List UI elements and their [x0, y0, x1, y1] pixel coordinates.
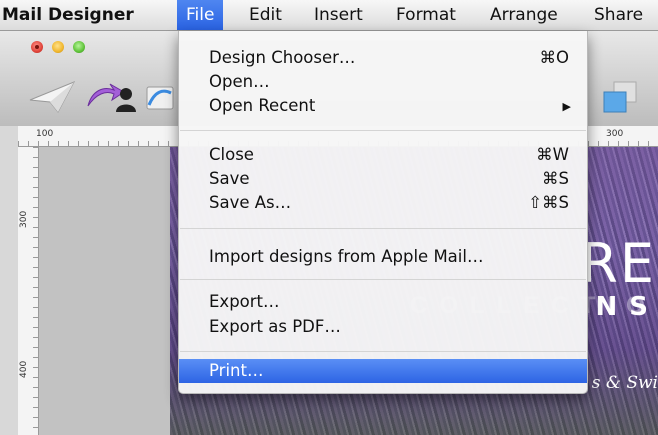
menu-format[interactable]: Format — [396, 0, 456, 30]
vertical-ruler — [18, 147, 39, 435]
menu-item-close[interactable]: Close ⌘W — [179, 143, 587, 167]
menu-item-save[interactable]: Save ⌘S — [179, 167, 587, 191]
image-icon[interactable] — [145, 83, 175, 111]
menu-item-import-apple-mail[interactable]: Import designs from Apple Mail… — [179, 245, 587, 269]
menu-share[interactable]: Share — [594, 0, 643, 30]
share-contact-icon[interactable] — [84, 80, 140, 114]
menu-item-design-chooser[interactable]: Design Chooser… ⌘O — [179, 46, 587, 70]
menu-item-export-pdf[interactable]: Export as PDF… — [179, 315, 587, 339]
ruler-label-100: 100 — [36, 129, 54, 139]
file-dropdown-menu: Design Chooser… ⌘O Open… Open Recent ▶ C… — [178, 31, 588, 394]
send-paper-plane-icon[interactable] — [28, 80, 78, 114]
menu-file[interactable]: File — [177, 0, 224, 30]
menu-separator — [180, 351, 586, 352]
shortcut-close: ⌘W — [536, 145, 569, 164]
shortcut-save-as: ⇧⌘S — [528, 193, 569, 212]
menu-item-open-recent[interactable]: Open Recent ▶ — [179, 94, 587, 118]
menu-bar: Mail Designer File Edit Insert Format Ar… — [0, 0, 658, 31]
menu-insert[interactable]: Insert — [314, 0, 363, 30]
menu-app-name[interactable]: Mail Designer — [2, 0, 134, 30]
preview-headline: RE — [580, 232, 656, 295]
menu-item-export[interactable]: Export… — [179, 290, 587, 314]
menu-item-save-as[interactable]: Save As… ⇧⌘S — [179, 191, 587, 215]
menu-separator — [180, 279, 586, 280]
menu-separator — [180, 130, 586, 131]
close-window-button[interactable] — [31, 41, 43, 53]
menu-edit[interactable]: Edit — [249, 0, 282, 30]
zoom-window-button[interactable] — [73, 41, 85, 53]
vruler-label-300: 300 — [19, 210, 29, 228]
shortcut-save: ⌘S — [542, 169, 569, 188]
menu-item-open[interactable]: Open… — [179, 70, 587, 94]
submenu-arrow-icon: ▶ — [562, 100, 571, 113]
ruler-label-300: 300 — [606, 129, 624, 139]
sidebar-strip — [0, 126, 18, 435]
shortcut-design-chooser: ⌘O — [539, 48, 570, 67]
menu-separator — [180, 228, 586, 229]
menu-arrange[interactable]: Arrange — [490, 0, 558, 30]
menu-item-print[interactable]: Print… — [179, 359, 587, 383]
preview-script-text: s & Swi — [591, 373, 658, 393]
minimize-window-button[interactable] — [52, 41, 64, 53]
vruler-label-400: 400 — [19, 360, 29, 378]
arrange-layers-icon[interactable] — [600, 80, 640, 116]
preview-subline: NS — [595, 292, 658, 322]
